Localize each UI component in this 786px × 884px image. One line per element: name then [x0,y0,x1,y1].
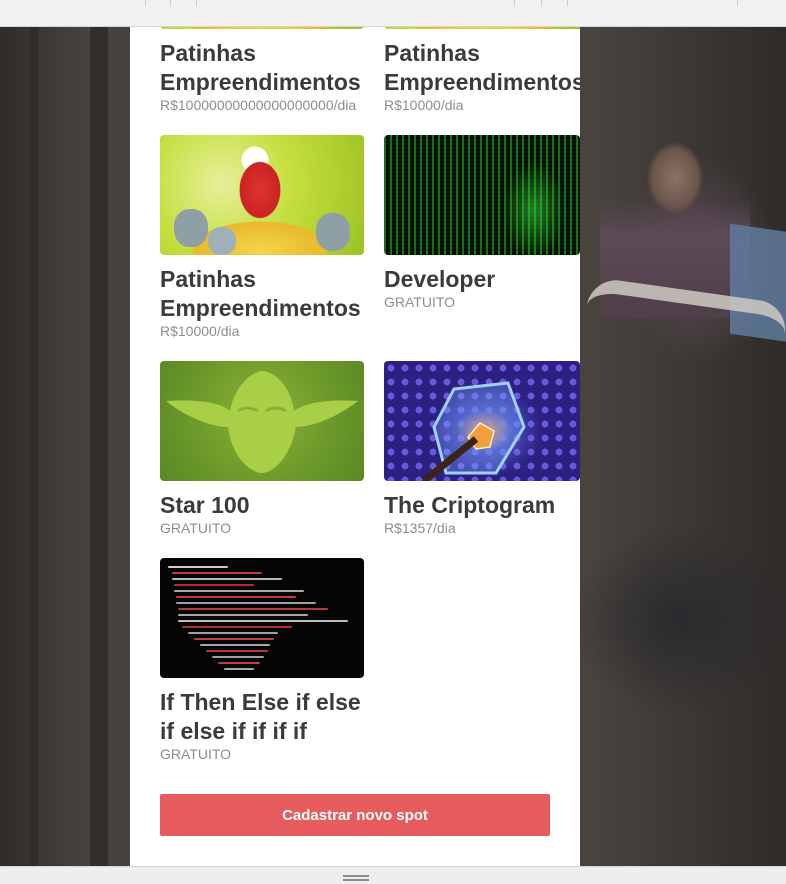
spot-price: R$1357/dia [384,520,456,536]
money-bag-icon [174,209,208,247]
spot-thumbnail[interactable] [384,135,580,255]
toolbar-divider [145,0,146,6]
spots-panel[interactable]: Patinhas Empreendimentos R$1000000000000… [130,27,580,866]
register-spot-button[interactable]: Cadastrar novo spot [160,794,550,836]
toolbar-divider [196,0,197,6]
spot-title[interactable]: If Then Else if else if else if if if if [160,688,375,746]
spot-price: GRATUITO [384,294,456,310]
hexagon-cube-icon [421,381,526,481]
spot-title[interactable]: Developer [384,265,580,294]
spot-thumbnail[interactable] [160,558,364,678]
spot-thumbnail[interactable] [384,361,580,481]
bottom-resize-bar[interactable] [0,866,786,884]
toolbar-divider [541,0,542,6]
spot-title[interactable]: Patinhas Empreendimentos [160,39,375,97]
spot-title[interactable]: The Criptogram [384,491,580,520]
toolbar-divider [567,0,568,6]
spot-price: R$10000/dia [384,97,464,113]
top-toolbar-strip [0,0,786,27]
toolbar-divider [170,0,171,6]
money-bag-icon [208,227,236,255]
spot-thumbnail[interactable] [384,27,580,29]
toolbar-divider [737,0,738,6]
background-pillar [30,20,38,880]
spot-thumbnail[interactable] [160,27,364,29]
spot-price: GRATUITO [160,746,232,762]
yoda-icon [166,371,358,473]
spot-price: GRATUITO [160,520,232,536]
spot-thumbnail[interactable] [160,361,364,481]
spot-price: R$10000/dia [160,323,240,339]
background-pillar [90,20,108,880]
spot-title[interactable]: Patinhas Empreendimentos [160,265,375,323]
toolbar-divider [514,0,515,6]
spot-price: R$10000000000000000000/dia [160,97,357,113]
spot-title[interactable]: Patinhas Empreendimentos [384,39,580,97]
resize-handle-icon[interactable] [343,875,369,877]
spot-thumbnail[interactable] [160,135,364,255]
spot-title[interactable]: Star 100 [160,491,375,520]
money-bag-icon [316,213,350,251]
